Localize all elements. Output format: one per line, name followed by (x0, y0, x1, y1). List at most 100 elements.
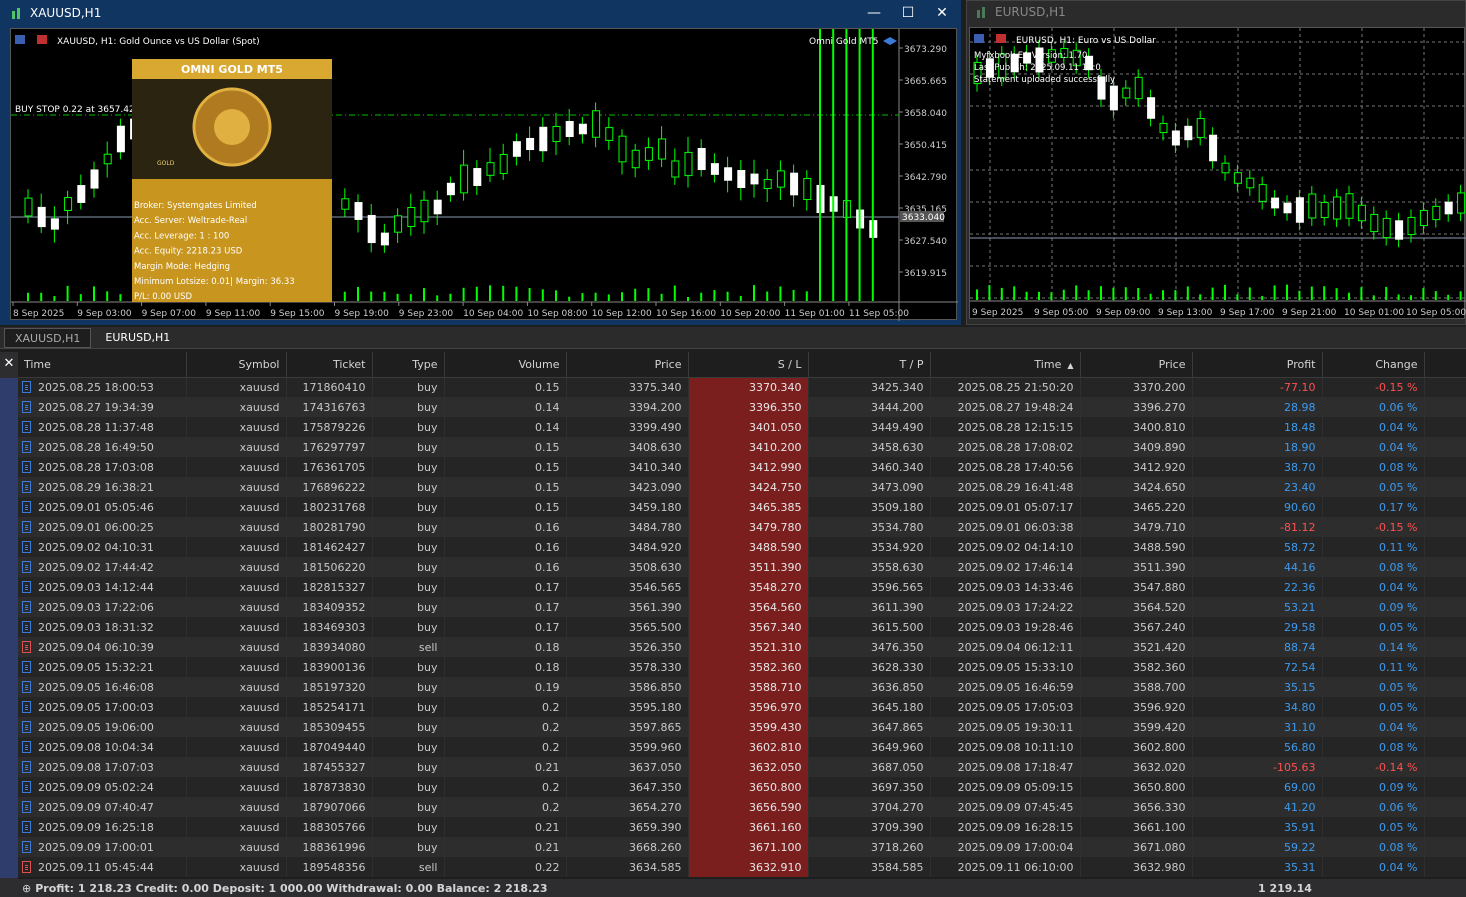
xauusd-titlebar[interactable]: XAUUSD,H1 — ☐ ✕ (2, 2, 959, 24)
table-row[interactable]: 2025.08.28 16:49:50 xauusd 176297797 buy 0.1… (18, 437, 1466, 457)
candle-body (1209, 134, 1218, 162)
cell-profit: 35.15 (1192, 677, 1323, 697)
cell-filler (1424, 857, 1466, 877)
table-row[interactable]: 2025.08.29 16:38:21 xauusd 176896222 buy 0.1… (18, 477, 1466, 497)
cell-profit: 29.58 (1192, 617, 1323, 637)
table-row[interactable]: 2025.09.04 06:10:39 xauusd 183934080 sell 0.… (18, 637, 1466, 657)
candle-body (50, 218, 59, 230)
cell-tp: 3473.090 (808, 477, 931, 497)
cell-open-time: 2025.09.05 19:06:00 (38, 720, 154, 734)
table-row[interactable]: 2025.09.09 05:02:24 xauusd 187873830 buy 0.2… (18, 777, 1466, 797)
cell-profit: 88.74 (1192, 637, 1323, 657)
minimize-button[interactable]: — (857, 5, 891, 21)
table-row[interactable]: 2025.08.28 17:03:08 xauusd 176361705 buy 0.1… (18, 457, 1466, 477)
cell-ticket: 185197320 (286, 677, 373, 697)
cell-close-price: 3511.390 (1080, 557, 1193, 577)
col-header-symbol[interactable]: Symbol (186, 352, 287, 378)
x-tick-label: 9 Sep 2025 (972, 308, 1023, 318)
cell-close-price: 3602.800 (1080, 737, 1193, 757)
col-header-volume[interactable]: Volume (444, 352, 567, 378)
xauusd-candles: 3673.290 3665.665 3658.040 3650.415 3642.790… (11, 29, 958, 321)
buy-deal-icon (22, 780, 31, 793)
history-table: Time Symbol Ticket Type Volume Price S / LT / … (18, 352, 1466, 877)
window-title: XAUUSD,H1 (30, 6, 102, 20)
cell-close-time: 2025.08.27 19:48:24 (930, 397, 1081, 417)
candle-body (1333, 196, 1342, 220)
cell-tp: 3615.500 (808, 617, 931, 637)
xauusd-chart[interactable]: 3673.290 3665.665 3658.040 3650.415 3642.790… (10, 28, 958, 321)
cell-change: 0.08 % (1322, 837, 1425, 857)
col-header-type[interactable]: Type (372, 352, 445, 378)
col-header-tp[interactable]: T / P (808, 352, 931, 378)
cell-time: 2025.09.01 05:05:46 (18, 497, 187, 517)
table-row[interactable]: 2025.09.05 19:06:00 xauusd 185309455 buy 0.2… (18, 717, 1466, 737)
candle-body (1221, 162, 1230, 174)
cell-change: 0.09 % (1322, 777, 1425, 797)
col-header-sl[interactable]: S / L (688, 352, 809, 378)
table-row[interactable]: 2025.09.03 18:31:32 xauusd 183469303 buy 0.1… (18, 617, 1466, 637)
table-row[interactable]: 2025.08.27 19:34:39 xauusd 174316763 buy 0.1… (18, 397, 1466, 417)
cell-profit: 18.90 (1192, 437, 1323, 457)
candle-body (592, 110, 601, 138)
cell-profit: 44.16 (1192, 557, 1323, 577)
close-button[interactable]: ✕ (925, 5, 959, 21)
cell-ticket: 187873830 (286, 777, 373, 797)
col-header-time-close[interactable]: Time ▲ (930, 352, 1081, 378)
table-row[interactable]: 2025.09.05 16:46:08 xauusd 185197320 buy 0.1… (18, 677, 1466, 697)
table-row[interactable]: 2025.09.03 17:22:06 xauusd 183409352 buy 0.1… (18, 597, 1466, 617)
cell-open-time: 2025.09.05 17:00:03 (38, 700, 154, 714)
cell-close-price: 3465.220 (1080, 497, 1193, 517)
table-row[interactable]: 2025.09.05 17:00:03 xauusd 185254171 buy 0.2… (18, 697, 1466, 717)
table-row[interactable]: 2025.09.01 05:05:46 xauusd 180231768 buy 0.1… (18, 497, 1466, 517)
table-row[interactable]: 2025.08.28 11:37:48 xauusd 175879226 buy 0.1… (18, 417, 1466, 437)
panel-line: Broker: Systemgates Limited (134, 201, 257, 211)
candle-body (605, 127, 614, 141)
buy-deal-icon (22, 740, 31, 753)
table-row[interactable]: 2025.09.01 06:00:25 xauusd 180281790 buy 0.1… (18, 517, 1466, 537)
table-row[interactable]: 2025.09.11 05:45:44 xauusd 189548356 sell 0.… (18, 857, 1466, 877)
maximize-button[interactable]: ☐ (891, 5, 925, 21)
col-header-change-close[interactable]: Change (1322, 352, 1425, 378)
close-toolbox-icon[interactable]: ✕ (0, 356, 18, 371)
cell-open-time: 2025.09.09 17:00:01 (38, 840, 154, 854)
expand-icon[interactable]: ⊕ (22, 882, 31, 895)
cell-type: buy (372, 497, 445, 517)
cell-symbol: xauusd (186, 537, 287, 557)
table-row[interactable]: 2025.09.03 14:12:44 xauusd 182815327 buy 0.1… (18, 577, 1466, 597)
table-row[interactable]: 2025.09.02 04:10:31 xauusd 181462427 buy 0.1… (18, 537, 1466, 557)
cell-close-time: 2025.08.25 21:50:20 (930, 377, 1081, 397)
eurusd-chart[interactable]: 9 Sep 2025 9 Sep 05:00 9 Sep 09:00 9 Sep 13… (969, 27, 1466, 319)
cell-close-time: 2025.09.02 04:14:10 (930, 537, 1081, 557)
cell-sl: 3671.100 (688, 837, 809, 857)
xauusd-chart-window[interactable]: XAUUSD,H1 — ☐ ✕ 3673.290 3665.665 3658.040… (0, 0, 961, 325)
tab-eurusd[interactable]: EURUSD,H1 (95, 328, 181, 348)
col-header-ticket[interactable]: Ticket (286, 352, 373, 378)
cell-symbol: xauusd (186, 577, 287, 597)
eurusd-titlebar[interactable]: EURUSD,H1 (967, 1, 1465, 23)
cell-close-price: 3479.710 (1080, 517, 1193, 537)
col-header-profit-close[interactable]: Profit (1192, 352, 1323, 378)
candle-body (1122, 87, 1131, 99)
panel-line: P/L: 0.00 USD (134, 292, 193, 302)
cell-close-price: 3599.420 (1080, 717, 1193, 737)
col-header-time[interactable]: Time (18, 352, 187, 378)
table-row[interactable]: 2025.09.09 17:00:01 xauusd 188361996 buy 0.2… (18, 837, 1466, 857)
tab-xauusd[interactable]: XAUUSD,H1 (4, 328, 92, 348)
table-row[interactable]: 2025.09.09 16:25:18 xauusd 188305766 buy 0.2… (18, 817, 1466, 837)
table-row[interactable]: 2025.09.05 15:32:21 xauusd 183900136 buy 0.1… (18, 657, 1466, 677)
cell-filler (1424, 477, 1466, 497)
table-row[interactable]: 2025.09.08 17:07:03 xauusd 187455327 buy 0.2… (18, 757, 1466, 777)
col-header-price-close[interactable]: Price (1080, 352, 1193, 378)
col-header-price[interactable]: Price (566, 352, 689, 378)
cell-sl: 3588.710 (688, 677, 809, 697)
cell-volume: 0.22 (444, 857, 567, 877)
cell-time: 2025.08.27 19:34:39 (18, 397, 187, 417)
table-row[interactable]: 2025.09.08 10:04:34 xauusd 187049440 buy 0.2… (18, 737, 1466, 757)
cell-open-time: 2025.09.03 17:22:06 (38, 600, 154, 614)
table-row[interactable]: 2025.08.25 18:00:53 xauusd 171860410 buy 0.1… (18, 377, 1466, 397)
table-row[interactable]: 2025.09.09 07:40:47 xauusd 187907066 buy 0.2… (18, 797, 1466, 817)
table-row[interactable]: 2025.09.02 17:44:42 xauusd 181506220 buy 0.1… (18, 557, 1466, 577)
eurusd-chart-window[interactable]: EURUSD,H1 9 Sep 2025 9 Sep 05:00 9 Sep 09:… (966, 0, 1466, 325)
col-header-filler (1424, 352, 1466, 378)
cell-ticket: 183934080 (286, 637, 373, 657)
